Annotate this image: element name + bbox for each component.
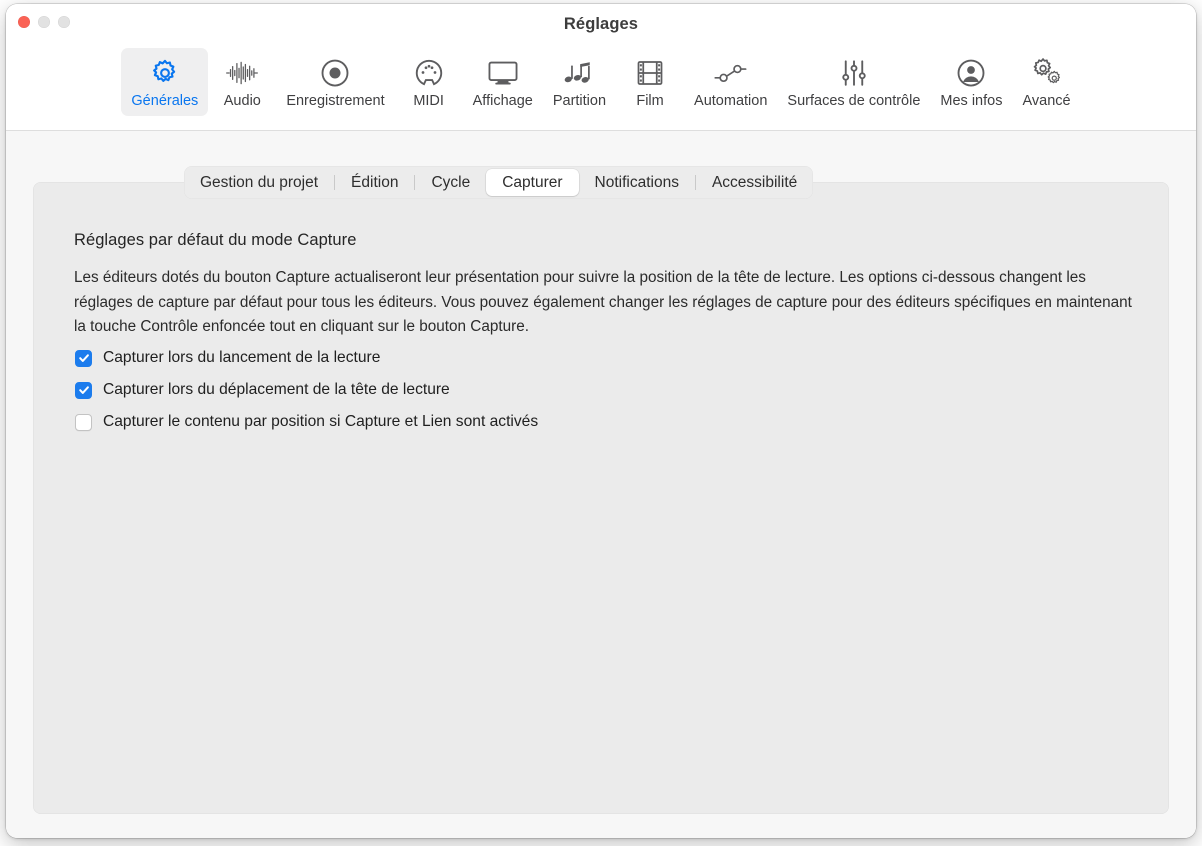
toolbar-item-label: Enregistrement bbox=[286, 93, 385, 109]
tab-label: Gestion du projet bbox=[200, 173, 319, 191]
section-title: Réglages par défaut du mode Capture bbox=[74, 231, 357, 249]
toolbar-item-automation[interactable]: Automation bbox=[684, 48, 777, 116]
section-description: Les éditeurs dotés du bouton Capture act… bbox=[74, 269, 1132, 335]
film-strip-icon bbox=[636, 56, 664, 90]
music-notes-icon bbox=[563, 56, 595, 90]
toolbar-item-label: Surfaces de contrôle bbox=[787, 93, 921, 109]
tab-label: Capturer bbox=[502, 173, 563, 191]
toolbar-item-surfaces-de-controle[interactable]: Surfaces de contrôle bbox=[777, 48, 930, 116]
checkbox-row-capture-on-playback-start[interactable]: Capturer lors du lancement de la lecture bbox=[75, 348, 538, 368]
tab-capturer[interactable]: Capturer bbox=[486, 169, 579, 196]
settings-tabbar: Gestion du projet Édition Cycle Capturer… bbox=[184, 166, 814, 199]
tab-edition[interactable]: Édition bbox=[335, 169, 414, 196]
toolbar-item-label: Générales bbox=[131, 93, 199, 109]
tab-gestion-du-projet[interactable]: Gestion du projet bbox=[184, 169, 334, 196]
toolbar-item-label: Partition bbox=[552, 93, 607, 109]
tab-label: Édition bbox=[351, 173, 399, 191]
toolbar-item-affichage[interactable]: Affichage bbox=[463, 48, 543, 116]
window-title: Réglages bbox=[563, 15, 639, 33]
toolbar-item-partition[interactable]: Partition bbox=[543, 48, 616, 116]
record-circle-icon bbox=[320, 56, 350, 90]
tab-label: Cycle bbox=[431, 173, 471, 191]
toolbar-item-film[interactable]: Film bbox=[616, 48, 684, 116]
toolbar-item-avance[interactable]: Avancé bbox=[1012, 48, 1080, 116]
window-titlebar: Réglages Générales Audio Enregistrement … bbox=[6, 4, 1196, 131]
settings-window: Réglages Générales Audio Enregistrement … bbox=[6, 4, 1196, 838]
settings-toolbar: Générales Audio Enregistrement MIDI Affi… bbox=[6, 48, 1196, 116]
toolbar-item-label: Film bbox=[636, 93, 664, 109]
automation-nodes-icon bbox=[713, 56, 749, 90]
settings-body: Gestion du projet Édition Cycle Capturer… bbox=[6, 131, 1196, 838]
checkbox-label: Capturer lors du déplacement de la tête … bbox=[103, 381, 450, 398]
checkbox-row-capture-on-playhead-move[interactable]: Capturer lors du déplacement de la tête … bbox=[75, 380, 538, 400]
checkbox-label: Capturer le contenu par position si Capt… bbox=[103, 413, 539, 430]
sliders-icon bbox=[840, 56, 868, 90]
gear-icon bbox=[150, 56, 180, 90]
tab-accessibilite[interactable]: Accessibilité bbox=[696, 169, 813, 196]
checkbox-row-capture-content-by-position[interactable]: Capturer le contenu par position si Capt… bbox=[75, 412, 538, 432]
double-gear-icon bbox=[1030, 56, 1064, 90]
toolbar-item-generales[interactable]: Générales bbox=[121, 48, 209, 116]
capture-options-list: Capturer lors du lancement de la lecture… bbox=[75, 348, 538, 432]
tab-label: Accessibilité bbox=[711, 173, 798, 191]
toolbar-item-midi[interactable]: MIDI bbox=[395, 48, 463, 116]
checkbox-capture-content-by-position[interactable] bbox=[75, 413, 92, 431]
checkmark-icon bbox=[78, 386, 89, 394]
display-monitor-icon bbox=[487, 56, 519, 90]
tab-label: Notifications bbox=[594, 173, 679, 191]
waveform-icon bbox=[225, 56, 259, 90]
capture-settings-panel: Réglages par défaut du mode Capture Les … bbox=[33, 182, 1169, 814]
toolbar-item-label: Audio bbox=[223, 93, 261, 109]
toolbar-item-label: MIDI bbox=[413, 93, 444, 109]
checkbox-capture-on-playback-start[interactable] bbox=[75, 349, 92, 367]
checkbox-capture-on-playhead-move[interactable] bbox=[75, 381, 92, 399]
person-circle-icon bbox=[956, 56, 986, 90]
checkbox-label: Capturer lors du lancement de la lecture bbox=[103, 349, 381, 366]
tab-cycle[interactable]: Cycle bbox=[415, 169, 486, 196]
toolbar-item-mes-infos[interactable]: Mes infos bbox=[930, 48, 1012, 116]
toolbar-item-label: Affichage bbox=[472, 93, 533, 109]
toolbar-item-audio[interactable]: Audio bbox=[208, 48, 276, 116]
tab-notifications[interactable]: Notifications bbox=[579, 169, 695, 196]
midi-port-icon bbox=[414, 56, 444, 90]
toolbar-item-label: Avancé bbox=[1022, 93, 1071, 109]
checkmark-icon bbox=[78, 354, 89, 362]
toolbar-item-label: Automation bbox=[694, 93, 768, 109]
toolbar-item-label: Mes infos bbox=[940, 93, 1003, 109]
toolbar-item-enregistrement[interactable]: Enregistrement bbox=[276, 48, 394, 116]
